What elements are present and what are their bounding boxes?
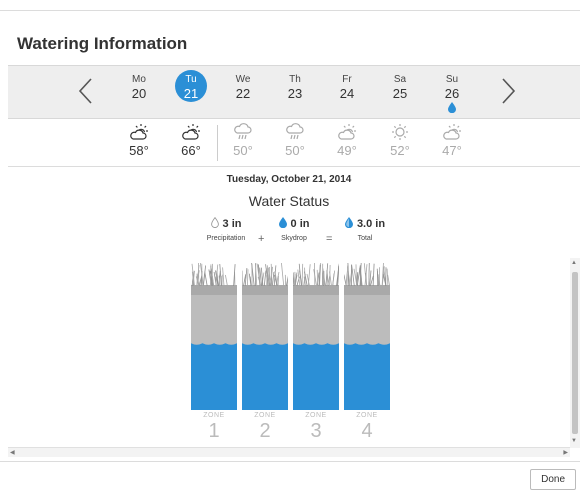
zone-3-water-tank — [293, 263, 339, 410]
scroll-up-arrow-icon[interactable]: ▲ — [571, 260, 577, 266]
zone-2-water-tank — [242, 263, 288, 410]
zone-number: 4 — [361, 420, 373, 442]
dialog-header: Watering Information — [0, 24, 580, 64]
zone-label: ZONE — [356, 412, 378, 419]
skydrop-stat: 0 in Skydrop — [270, 217, 318, 242]
forecast-sa: 52° — [380, 123, 420, 158]
forecast-we: 50° — [223, 123, 263, 158]
total-value: 3.0 in — [356, 218, 386, 230]
chevron-left-icon — [78, 78, 92, 104]
vertical-scroll-thumb[interactable] — [572, 272, 578, 434]
day-number: 25 — [392, 86, 408, 101]
forecast-su: 47° — [432, 123, 472, 158]
day-number: 21 — [183, 86, 199, 101]
day-mo[interactable]: Mo 20 — [121, 74, 157, 101]
forecast-th: 50° — [275, 123, 315, 158]
scroll-left-arrow-icon[interactable]: ◀ — [10, 449, 15, 456]
skydrop-value: 0 in — [290, 218, 310, 230]
day-name: We — [235, 74, 251, 85]
zone-number: 1 — [208, 420, 220, 442]
sunny-icon — [392, 124, 408, 140]
partly-sunny-icon — [130, 124, 148, 140]
partly-sunny-icon — [182, 124, 200, 140]
zone-label: ZONE — [203, 412, 225, 419]
dialog-footer: Done — [0, 461, 580, 493]
total-stat: 3.0 in Total — [340, 217, 390, 242]
forecast-temp: 66° — [181, 143, 201, 158]
selected-day-circle: Tu 21 — [175, 70, 207, 102]
rain-icon — [286, 123, 304, 140]
forecast-temp: 49° — [337, 143, 357, 158]
zone-2[interactable]: ZONE 2 — [242, 263, 288, 442]
water-drop-half-icon — [344, 217, 353, 229]
weather-forecast-row: 58° 66° 50° 50° 49° 52° 47° — [8, 119, 580, 167]
scroll-down-arrow-icon[interactable]: ▼ — [571, 438, 577, 444]
done-button[interactable]: Done — [530, 469, 576, 490]
forecast-divider — [217, 125, 218, 161]
next-week-button[interactable] — [498, 71, 518, 111]
previous-week-button[interactable] — [76, 71, 96, 111]
day-name: Mo — [132, 74, 146, 85]
day-number: 20 — [131, 86, 147, 101]
zone-number: 2 — [259, 420, 271, 442]
zone-4-water-tank — [344, 263, 390, 410]
day-th[interactable]: Th 23 — [277, 74, 313, 101]
forecast-temp: 52° — [390, 143, 410, 158]
day-number: 23 — [287, 86, 303, 101]
zone-3[interactable]: ZONE 3 — [293, 263, 339, 442]
partly-sunny-icon — [443, 124, 461, 140]
day-name: Su — [445, 74, 459, 85]
day-sa[interactable]: Sa 25 — [382, 74, 418, 101]
day-tu-selected[interactable]: Tu 21 — [173, 70, 209, 102]
zone-1[interactable]: ZONE 1 — [191, 263, 237, 442]
rain-icon — [234, 123, 252, 140]
vertical-scrollbar[interactable]: ▲ ▼ — [570, 258, 580, 448]
day-fr[interactable]: Fr 24 — [329, 74, 365, 101]
horizontal-scrollbar[interactable]: ◀ ▶ — [8, 447, 570, 457]
zone-4[interactable]: ZONE 4 — [344, 263, 390, 442]
day-number: 24 — [339, 86, 355, 101]
total-label: Total — [357, 235, 373, 242]
zone-number: 3 — [310, 420, 322, 442]
day-su[interactable]: Su 26 — [434, 74, 470, 113]
precipitation-stat: 3 in Precipitation — [198, 216, 254, 242]
day-number: 26 — [444, 86, 460, 101]
dialog-title: Watering Information — [17, 34, 188, 53]
forecast-mo: 58° — [119, 123, 159, 158]
precipitation-label: Precipitation — [206, 235, 246, 242]
day-name: Tu — [185, 74, 197, 85]
scroll-right-arrow-icon[interactable]: ▶ — [563, 449, 568, 456]
forecast-temp: 50° — [285, 143, 305, 158]
water-status-panel: Tuesday, October 21, 2014 Water Status 3… — [8, 167, 570, 447]
chevron-right-icon — [502, 78, 516, 104]
day-selector: Mo 20 Tu 21 We 22 Th 23 Fr 24 Sa 25 Su 2… — [8, 65, 580, 119]
water-status-title: Water Status — [248, 193, 330, 209]
forecast-temp: 47° — [442, 143, 462, 158]
zone-label: ZONE — [305, 412, 327, 419]
water-drop-icon — [278, 217, 287, 229]
equals-sign: = — [326, 233, 333, 245]
precipitation-value: 3 in — [222, 218, 242, 230]
day-name: Sa — [393, 74, 407, 85]
day-name: Fr — [342, 74, 352, 85]
day-we[interactable]: We 22 — [225, 74, 261, 101]
water-drop-icon — [448, 102, 456, 113]
selected-date: Tuesday, October 21, 2014 — [226, 174, 352, 185]
zone-label: ZONE — [254, 412, 276, 419]
partly-sunny-icon — [338, 124, 356, 140]
day-number: 22 — [235, 86, 251, 101]
top-divider — [0, 10, 580, 11]
skydrop-label: Skydrop — [281, 235, 307, 242]
day-name: Th — [289, 74, 301, 85]
forecast-temp: 50° — [233, 143, 253, 158]
watering-information-dialog: Watering Information Mo 20 Tu 21 We 22 T… — [0, 0, 580, 493]
forecast-temp: 58° — [129, 143, 149, 158]
water-drop-outline-icon — [210, 216, 219, 228]
plus-sign: + — [258, 233, 265, 245]
forecast-tu: 66° — [171, 123, 211, 158]
zone-1-water-tank — [191, 263, 237, 410]
forecast-fr: 49° — [327, 123, 367, 158]
